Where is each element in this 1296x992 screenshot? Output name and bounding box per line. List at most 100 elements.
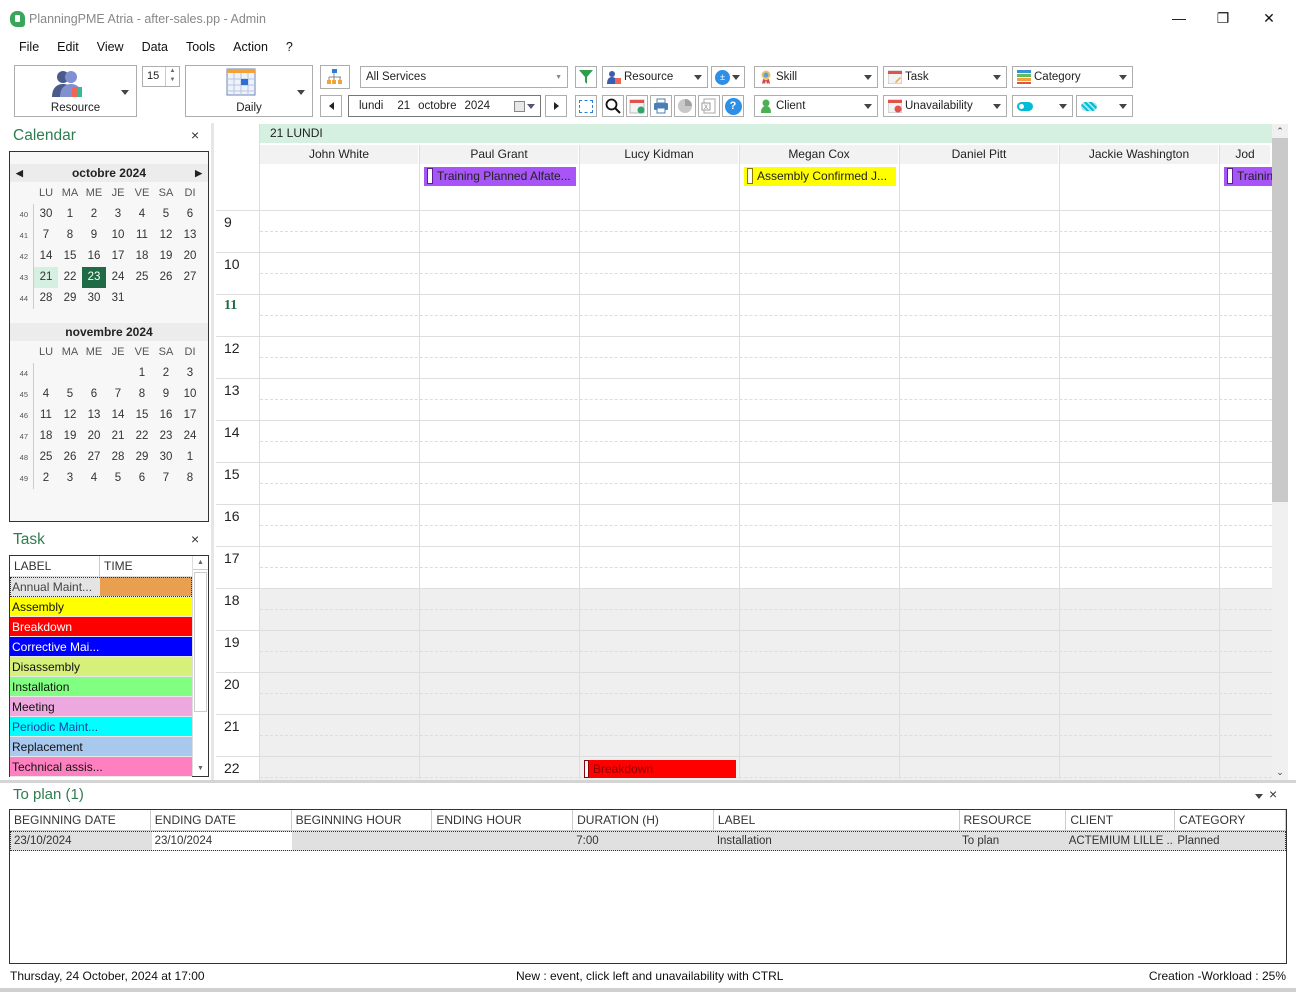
resource-filter-select[interactable]: Resource bbox=[602, 66, 708, 88]
calendar-day[interactable]: 13 bbox=[82, 405, 106, 426]
calendar-day[interactable]: 19 bbox=[154, 246, 178, 267]
task-panel-close-button[interactable]: × bbox=[191, 531, 199, 547]
calendar-day[interactable]: 3 bbox=[178, 363, 202, 384]
menu-action[interactable]: Action bbox=[224, 38, 277, 56]
calendar-day[interactable]: 2 bbox=[154, 363, 178, 384]
task-item[interactable]: Disassembly bbox=[10, 657, 192, 677]
calendar-day[interactable]: 23 bbox=[154, 426, 178, 447]
to-plan-column-header[interactable]: LABEL bbox=[714, 810, 960, 830]
event-block[interactable]: Training bbox=[1224, 167, 1272, 186]
calendar-day[interactable]: 22 bbox=[130, 426, 154, 447]
calendar-day-today[interactable]: 23 bbox=[82, 267, 106, 288]
menu-help[interactable]: ? bbox=[277, 38, 302, 56]
date-month[interactable]: octobre bbox=[410, 100, 456, 112]
date-day[interactable]: 21 bbox=[383, 100, 410, 112]
calendar-day[interactable]: 24 bbox=[178, 426, 202, 447]
calendar-day[interactable]: 14 bbox=[106, 405, 130, 426]
to-plan-column-header[interactable]: ENDING HOUR bbox=[432, 810, 574, 830]
calendar-day[interactable]: 24 bbox=[106, 267, 130, 288]
menu-file[interactable]: File bbox=[10, 38, 48, 56]
calendar-day[interactable]: 4 bbox=[34, 384, 58, 405]
calendar-day[interactable]: 27 bbox=[82, 447, 106, 468]
filter-button[interactable] bbox=[575, 66, 597, 88]
toggle-display-select[interactable] bbox=[1012, 95, 1073, 117]
hierarchy-filter-button[interactable] bbox=[320, 65, 350, 89]
calendar-day[interactable]: 25 bbox=[34, 447, 58, 468]
calendar-day[interactable]: 6 bbox=[178, 204, 202, 225]
unavailability-filter-select[interactable]: Unavailability bbox=[883, 95, 1007, 117]
spin-value[interactable]: 15 bbox=[143, 67, 165, 86]
to-plan-close-button[interactable]: × bbox=[1269, 786, 1277, 802]
calendar-day[interactable]: 4 bbox=[130, 204, 154, 225]
date-year[interactable]: 2024 bbox=[456, 100, 514, 112]
task-column-label[interactable]: LABEL bbox=[10, 556, 100, 576]
to-plan-column-header[interactable]: BEGINNING DATE bbox=[10, 810, 151, 830]
calendar-day[interactable]: 5 bbox=[154, 204, 178, 225]
to-plan-column-header[interactable]: RESOURCE bbox=[960, 810, 1067, 830]
previous-day-button[interactable] bbox=[320, 95, 342, 117]
prev-month-button[interactable]: ◀ bbox=[16, 168, 23, 179]
calendar-day[interactable]: 29 bbox=[58, 288, 82, 309]
calendar-day[interactable]: 15 bbox=[58, 246, 82, 267]
calendar-day[interactable]: 3 bbox=[106, 204, 130, 225]
calendar-day[interactable]: 1 bbox=[130, 363, 154, 384]
calendar-day[interactable]: 15 bbox=[130, 405, 154, 426]
calendar-day[interactable]: 14 bbox=[34, 246, 58, 267]
resource-view-button[interactable]: Resource bbox=[14, 65, 137, 117]
calendar-day[interactable]: 4 bbox=[82, 468, 106, 489]
planner-scrollbar[interactable]: ⌃ ⌄ bbox=[1272, 124, 1288, 780]
calendar-day[interactable]: 12 bbox=[58, 405, 82, 426]
statistics-button[interactable] bbox=[674, 95, 696, 117]
spin-arrows-icon[interactable]: ▲ ▼ bbox=[165, 67, 179, 86]
to-plan-row[interactable]: 23/10/2024 23/10/2024 7:00 Installation To p… bbox=[10, 831, 1286, 851]
calendar-day[interactable]: 16 bbox=[82, 246, 106, 267]
spin-box[interactable]: 15 ▲ ▼ bbox=[142, 66, 180, 87]
task-item[interactable]: Replacement bbox=[10, 737, 192, 757]
resource-header[interactable]: Jod bbox=[1220, 145, 1270, 164]
date-picker[interactable]: lundi 21 octobre 2024 bbox=[348, 95, 541, 117]
calendar-day[interactable]: 17 bbox=[106, 246, 130, 267]
close-window-button[interactable]: ✕ bbox=[1254, 8, 1284, 28]
calendar-day[interactable]: 9 bbox=[154, 384, 178, 405]
event-block[interactable]: Breakdown bbox=[584, 760, 736, 778]
calendar-day[interactable]: 9 bbox=[82, 225, 106, 246]
calendar-day[interactable]: 30 bbox=[154, 447, 178, 468]
task-item[interactable]: Assembly bbox=[10, 597, 192, 617]
calendar-day[interactable]: 27 bbox=[178, 267, 202, 288]
calendar-day[interactable]: 26 bbox=[154, 267, 178, 288]
chevron-down-icon[interactable] bbox=[527, 103, 535, 109]
print-button[interactable] bbox=[650, 95, 672, 117]
menu-edit[interactable]: Edit bbox=[48, 38, 88, 56]
scroll-down-icon[interactable]: ⌄ bbox=[1272, 767, 1288, 778]
to-plan-column-header[interactable]: ENDING DATE bbox=[151, 810, 292, 830]
horizontal-splitter[interactable] bbox=[0, 780, 1296, 783]
resource-header[interactable]: John White bbox=[260, 145, 418, 164]
to-plan-column-header[interactable]: BEGINNING HOUR bbox=[292, 810, 433, 830]
scroll-up-icon[interactable]: ⌃ bbox=[1272, 124, 1288, 138]
skill-filter-select[interactable]: Skill bbox=[754, 66, 878, 88]
resource-header[interactable]: Daniel Pitt bbox=[900, 145, 1058, 164]
to-plan-column-header[interactable]: CLIENT bbox=[1066, 810, 1176, 830]
calendar-day[interactable]: 26 bbox=[58, 447, 82, 468]
event-block[interactable]: Assembly Confirmed J... bbox=[744, 167, 896, 186]
scroll-up-icon[interactable]: ▲ bbox=[193, 556, 208, 570]
next-day-button[interactable] bbox=[545, 95, 567, 117]
calendar-day[interactable]: 5 bbox=[106, 468, 130, 489]
calendar-day[interactable]: 19 bbox=[58, 426, 82, 447]
to-plan-column-header[interactable]: CATEGORY bbox=[1175, 810, 1286, 830]
calendar-icon[interactable] bbox=[514, 100, 525, 112]
services-select[interactable]: All Services ▼ bbox=[360, 66, 568, 88]
task-filter-select[interactable]: Task bbox=[883, 66, 1007, 88]
plus-minus-button[interactable]: ± bbox=[711, 66, 745, 88]
calendar-day[interactable]: 31 bbox=[106, 288, 130, 309]
task-item[interactable]: Periodic Maint... bbox=[10, 717, 192, 737]
to-plan-column-header[interactable]: DURATION (H) bbox=[573, 810, 714, 830]
calendar-day[interactable]: 21 bbox=[106, 426, 130, 447]
task-column-time[interactable]: TIME bbox=[100, 556, 192, 576]
task-item[interactable]: Annual Maint... bbox=[10, 577, 192, 597]
menu-data[interactable]: Data bbox=[133, 38, 177, 56]
minimize-button[interactable]: — bbox=[1164, 8, 1194, 28]
to-plan-menu-icon[interactable] bbox=[1255, 794, 1263, 799]
calendar-day[interactable]: 10 bbox=[178, 384, 202, 405]
task-item[interactable]: Installation bbox=[10, 677, 192, 697]
